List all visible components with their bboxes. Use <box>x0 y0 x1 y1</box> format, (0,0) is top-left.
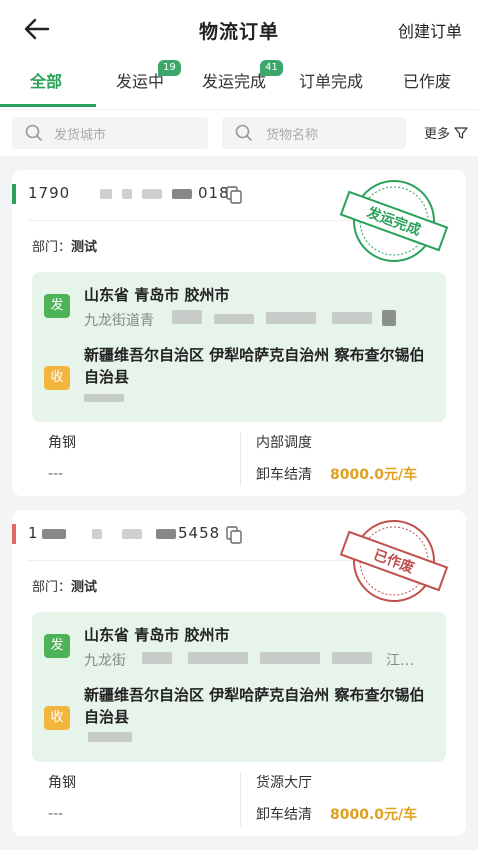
tab-shipping-badge: 19 <box>158 60 181 76</box>
city-search-input[interactable]: 发货城市 <box>12 117 208 149</box>
redacted-text <box>142 189 162 199</box>
redacted-text <box>122 529 142 539</box>
order-number-suffix: 5458 <box>178 524 221 542</box>
search-icon <box>235 124 252 141</box>
settlement-row: 卸车结清 8000.0元/车 <box>256 464 417 484</box>
active-tab-indicator <box>0 104 96 107</box>
freight-price: 8000.0元/车 <box>330 467 418 483</box>
tab-voided[interactable]: 已作废 <box>403 68 451 92</box>
redacted-text <box>266 312 316 324</box>
goods-name: 角钢 <box>48 435 76 451</box>
department-row: 部门：测试 <box>32 576 97 595</box>
settlement-label: 卸车结清 <box>256 807 312 823</box>
redacted-text <box>156 529 176 539</box>
create-order-button[interactable]: 创建订单 <box>398 18 462 42</box>
origin-address: 九龙街 <box>84 653 126 669</box>
origin-address-tail: 江… <box>386 653 414 669</box>
tab-shipping[interactable]: 发运中 <box>116 68 164 92</box>
redacted-text <box>214 314 254 324</box>
redacted-text <box>332 312 372 324</box>
search-icon <box>25 124 42 141</box>
redacted-text <box>172 310 202 324</box>
column-divider <box>240 432 241 486</box>
redacted-text <box>42 529 66 539</box>
column-divider <box>240 772 241 826</box>
tab-all[interactable]: 全部 <box>30 68 62 92</box>
tab-shipped[interactable]: 发运完成 <box>202 68 266 92</box>
redacted-text <box>260 652 320 664</box>
goods-name: 角钢 <box>48 775 76 791</box>
destination-tag: 收 <box>44 706 70 730</box>
goods-spec: --- <box>48 806 64 822</box>
goods-spec: --- <box>48 466 64 482</box>
redacted-text <box>84 394 124 402</box>
settlement-label: 卸车结清 <box>256 467 312 483</box>
goods-search-placeholder: 货物名称 <box>266 128 319 143</box>
city-search-placeholder: 发货城市 <box>54 128 107 143</box>
status-color-mark <box>12 524 16 544</box>
destination-city: 新疆维吾尔自治区 伊犁哈萨克自治州 察布查尔锡伯自治县 <box>84 346 425 386</box>
freight-price: 8000.0元/车 <box>330 807 418 823</box>
status-tabs: 全部 发运中 19 发运完成 41 订单完成 已作废 <box>0 56 478 110</box>
redacted-text <box>172 189 192 199</box>
copy-icon[interactable] <box>226 186 242 204</box>
department-value: 测试 <box>71 580 98 595</box>
redacted-text <box>122 189 132 199</box>
settlement-row: 卸车结清 8000.0元/车 <box>256 804 417 824</box>
order-number-prefix: 1 <box>28 524 39 542</box>
order-number: 1790 <box>28 184 70 202</box>
more-filter-label: 更多 <box>423 127 450 142</box>
tab-shipped-badge: 41 <box>260 60 283 76</box>
destination-city: 新疆维吾尔自治区 伊犁哈萨克自治州 察布查尔锡伯自治县 <box>84 686 425 726</box>
more-filter-button[interactable]: 更多 <box>424 123 468 142</box>
order-number-suffix: 018 <box>198 184 230 202</box>
order-number: 1 <box>28 524 39 542</box>
route-box: 发 山东省 青岛市 胶州市 九龙街 江… 收 新疆维吾尔自治区 伊犁哈萨克自治州… <box>32 612 446 762</box>
status-stamp-shipped: 发运完成 <box>339 180 449 262</box>
redacted-text <box>382 310 396 326</box>
order-card[interactable]: 1 5458 已作废 部门：测试 发 山东省 青岛市 胶州市 九龙街 江… 收 … <box>12 510 466 836</box>
department-label: 部门： <box>32 240 72 255</box>
department-row: 部门：测试 <box>32 236 97 255</box>
goods-search-input[interactable]: 货物名称 <box>222 117 406 149</box>
route-box: 发 山东省 青岛市 胶州市 九龙街道青 收 新疆维吾尔自治区 伊犁哈萨克自治州 … <box>32 272 446 422</box>
origin-address: 九龙街道青 <box>84 313 154 329</box>
redacted-text <box>142 652 172 664</box>
top-bar: 物流订单 创建订单 <box>0 0 478 56</box>
order-number-prefix: 1790 <box>28 184 71 202</box>
copy-icon[interactable] <box>226 526 242 544</box>
redacted-text <box>100 189 112 199</box>
order-source: 货源大厅 <box>256 775 312 791</box>
origin-tag: 发 <box>44 634 70 658</box>
tab-order-complete[interactable]: 订单完成 <box>299 68 363 92</box>
origin-city: 山东省 青岛市 胶州市 <box>84 626 230 644</box>
origin-tag: 发 <box>44 294 70 318</box>
origin-city: 山东省 青岛市 胶州市 <box>84 286 230 304</box>
redacted-text <box>188 652 248 664</box>
filter-icon <box>454 126 468 139</box>
status-stamp-voided: 已作废 <box>339 520 449 602</box>
filter-row: 发货城市 货物名称 更多 <box>0 110 478 156</box>
redacted-text <box>92 529 102 539</box>
department-label: 部门： <box>32 580 72 595</box>
status-color-mark <box>12 184 16 204</box>
order-card[interactable]: 1790 018 发运完成 部门：测试 发 山东省 青岛市 胶州市 九龙街道青 … <box>12 170 466 496</box>
redacted-text <box>332 652 372 664</box>
department-value: 测试 <box>71 240 98 255</box>
destination-tag: 收 <box>44 366 70 390</box>
redacted-text <box>88 732 132 742</box>
order-source: 内部调度 <box>256 435 312 451</box>
